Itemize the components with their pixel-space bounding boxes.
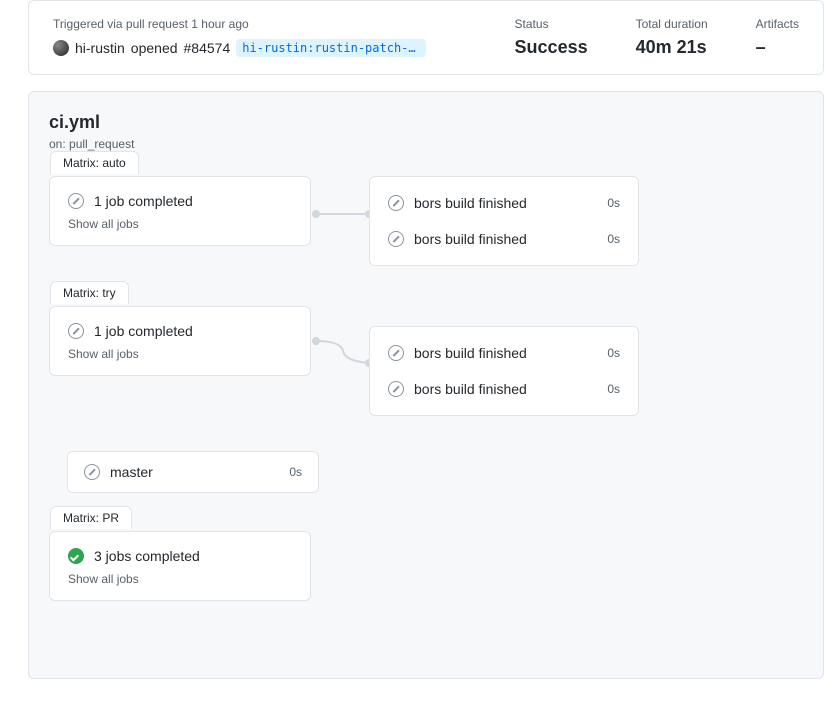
show-all-auto[interactable]: Show all jobs <box>68 217 292 231</box>
duration-value[interactable]: 40m 21s <box>636 37 708 58</box>
job-time: 0s <box>607 346 620 360</box>
skip-icon <box>388 381 404 397</box>
on-label: on: <box>49 137 66 151</box>
skip-icon <box>388 195 404 211</box>
job-row[interactable]: bors build finished 0s <box>370 371 638 407</box>
matrix-try-tab: Matrix: try <box>50 281 129 304</box>
skip-icon <box>388 231 404 247</box>
artifacts-stat: Artifacts – <box>756 17 799 58</box>
job-name: bors build finished <box>414 195 597 211</box>
trigger-row: hi-rustin opened #84574 hi-rustin:rustin… <box>53 39 515 57</box>
branch-chip[interactable]: hi-rustin:rustin-patch-ty… <box>236 39 426 57</box>
job-time: 0s <box>607 232 620 246</box>
matrix-pr-text: 3 jobs completed <box>94 548 200 564</box>
job-name: bors build finished <box>414 231 597 247</box>
matrix-auto-tab: Matrix: auto <box>50 151 139 174</box>
job-name: bors build finished <box>414 381 597 397</box>
workflow-title[interactable]: ci.yml <box>49 112 803 133</box>
trigger-info: Triggered via pull request 1 hour ago hi… <box>53 17 515 57</box>
summary-stats: Status Success Total duration 40m 21s Ar… <box>515 17 799 58</box>
job-name: bors build finished <box>414 345 597 361</box>
skip-icon <box>68 193 84 209</box>
show-all-try[interactable]: Show all jobs <box>68 347 292 361</box>
job-row[interactable]: bors build finished 0s <box>370 185 638 221</box>
status-value: Success <box>515 37 588 58</box>
job-row[interactable]: bors build finished 0s <box>370 335 638 371</box>
user-link[interactable]: hi-rustin <box>75 40 125 56</box>
pr-link[interactable]: #84574 <box>184 40 231 56</box>
matrix-try-card[interactable]: Matrix: try 1 job completed Show all job… <box>49 306 311 376</box>
skip-icon <box>84 464 100 480</box>
jobs-card-a: bors build finished 0s bors build finish… <box>369 176 639 266</box>
artifacts-label: Artifacts <box>756 17 799 31</box>
job-time: 0s <box>607 382 620 396</box>
duration-stat: Total duration 40m 21s <box>636 17 708 58</box>
duration-label: Total duration <box>636 17 708 31</box>
success-icon <box>68 548 84 564</box>
master-job-time: 0s <box>289 465 302 479</box>
action-text: opened <box>131 40 178 56</box>
workflow-on: on: pull_request <box>49 137 803 151</box>
on-value: pull_request <box>69 137 134 151</box>
master-job-name: master <box>110 464 279 480</box>
matrix-try-text: 1 job completed <box>94 323 193 339</box>
skip-icon <box>388 345 404 361</box>
matrix-pr-card[interactable]: Matrix: PR 3 jobs completed Show all job… <box>49 531 311 601</box>
job-row[interactable]: bors build finished 0s <box>370 221 638 257</box>
status-label: Status <box>515 17 588 31</box>
status-stat: Status Success <box>515 17 588 58</box>
run-summary: Triggered via pull request 1 hour ago hi… <box>28 0 824 75</box>
workflow-graph[interactable]: ci.yml on: pull_request Matrix: auto 1 j… <box>28 91 824 679</box>
avatar[interactable] <box>53 40 69 56</box>
matrix-auto-card[interactable]: Matrix: auto 1 job completed Show all jo… <box>49 176 311 246</box>
matrix-pr-tab: Matrix: PR <box>50 506 132 529</box>
jobs-card-b: bors build finished 0s bors build finish… <box>369 326 639 416</box>
job-time: 0s <box>607 196 620 210</box>
skip-icon <box>68 323 84 339</box>
matrix-auto-text: 1 job completed <box>94 193 193 209</box>
artifacts-value: – <box>756 37 799 58</box>
trigger-text: Triggered via pull request 1 hour ago <box>53 17 515 31</box>
master-job-card[interactable]: master 0s <box>67 451 319 493</box>
show-all-pr[interactable]: Show all jobs <box>68 572 292 586</box>
